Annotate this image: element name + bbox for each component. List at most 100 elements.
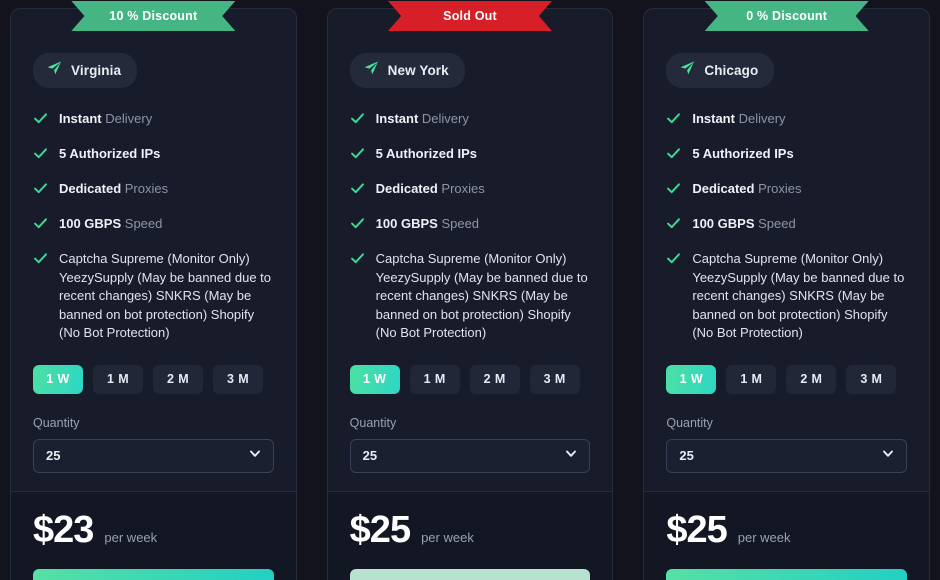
duration-option-3m[interactable]: 3 M [846, 364, 897, 394]
feature-text-rest: Speed [754, 216, 796, 231]
check-icon [666, 216, 681, 236]
check-icon [666, 181, 681, 201]
card-body: Chicago Instant Delivery 5 Authorized IPs… [644, 9, 929, 491]
feature-list: Instant Delivery 5 Authorized IPs Dedicate… [350, 110, 591, 343]
paper-plane-icon [679, 60, 695, 81]
duration-option-2m[interactable]: 2 M [469, 364, 520, 394]
feature-text: Instant Delivery [692, 110, 785, 129]
check-icon [350, 216, 365, 236]
duration-option-1w[interactable]: 1 W [666, 364, 717, 394]
feature-item: Instant Delivery [666, 110, 907, 131]
card-footer: $25 per week Purchase [327, 490, 613, 580]
feature-item: 5 Authorized IPs [33, 145, 274, 166]
feature-item: 100 GBPS Speed [350, 215, 591, 236]
duration-option-1m[interactable]: 1 M [409, 364, 460, 394]
feature-item: Instant Delivery [33, 110, 274, 131]
feature-text-strong: Instant [692, 111, 735, 126]
check-icon [350, 111, 365, 131]
feature-text-rest: Speed [121, 216, 163, 231]
check-icon [33, 216, 48, 236]
duration-option-3m[interactable]: 3 M [529, 364, 580, 394]
duration-option-1w[interactable]: 1 W [349, 364, 400, 394]
feature-text-strong: 100 GBPS [692, 216, 755, 231]
price-period: per week [421, 529, 474, 545]
feature-item: Dedicated Proxies [33, 180, 274, 201]
duration-option-1w[interactable]: 1 W [33, 364, 83, 394]
feature-item: 5 Authorized IPs [666, 145, 907, 166]
duration-option-1m[interactable]: 1 M [93, 364, 143, 394]
quantity-value: 25 [362, 448, 378, 463]
pricing-card-chicago: 0 % Discount Chicago Instant Delivery 5 A… [643, 1, 931, 580]
card-body: Virginia Instant Delivery 5 Authorized IP… [11, 9, 296, 491]
purchase-button[interactable]: Purchase [33, 568, 274, 580]
feature-text-rest: Proxies [754, 181, 802, 196]
feature-text-strong: 5 Authorized IPs [375, 146, 478, 161]
pricing-card-deck: 10 % Discount Virginia Instant Delivery 5… [0, 0, 940, 580]
feature-text-strong: 5 Authorized IPs [692, 146, 794, 161]
check-icon [350, 251, 365, 271]
feature-text: Dedicated Proxies [692, 180, 801, 199]
feature-text-strong: Dedicated [59, 181, 122, 196]
feature-list: Instant Delivery 5 Authorized IPs Dedicate… [666, 110, 907, 343]
feature-text-strong: Instant [59, 111, 102, 126]
card-body: New York Instant Delivery 5 Authorized IP… [328, 9, 613, 491]
feature-text-rest: Delivery [734, 111, 786, 126]
discount-ribbon: Sold Out [388, 1, 552, 31]
duration-selector: 1 W 1 M 2 M 3 M [33, 364, 274, 394]
feature-text-strong: 100 GBPS [59, 216, 122, 231]
feature-text-strong: 5 Authorized IPs [59, 146, 161, 161]
purchase-button[interactable]: Purchase [666, 568, 908, 580]
feature-item-captcha: Captcha Supreme (Monitor Only) YeezySupp… [350, 250, 591, 343]
card-footer: $23 per week Purchase [11, 490, 296, 580]
feature-text-rest: Speed [437, 216, 480, 231]
discount-ribbon: 0 % Discount [704, 1, 869, 31]
check-icon [666, 111, 681, 131]
feature-text-rest: Proxies [437, 181, 485, 196]
quantity-select[interactable]: 25 [666, 438, 908, 473]
feature-item: Instant Delivery [350, 110, 591, 131]
quantity-select[interactable]: 25 [33, 438, 274, 473]
purchase-button: Purchase [349, 568, 591, 580]
feature-text-rest: Proxies [121, 181, 169, 196]
feature-text: 5 Authorized IPs [376, 145, 477, 164]
feature-item-captcha: Captcha Supreme (Monitor Only) YeezySupp… [33, 250, 274, 343]
duration-option-2m[interactable]: 2 M [786, 364, 837, 394]
quantity-label: Quantity [349, 415, 397, 430]
location-badge-new-york[interactable]: New York [349, 53, 465, 88]
feature-text-strong: 100 GBPS [375, 216, 438, 231]
check-icon [33, 146, 48, 166]
location-badge-virginia[interactable]: Virginia [33, 53, 138, 88]
check-icon [33, 251, 48, 271]
quantity-value: 25 [46, 448, 61, 463]
pricing-card-new-york: Sold Out New York Instant Delivery 5 Auth… [326, 1, 614, 580]
check-icon [33, 111, 48, 131]
quantity-label: Quantity [33, 415, 80, 430]
feature-text-rest: Delivery [101, 111, 153, 126]
location-name: Virginia [71, 63, 122, 78]
feature-text: Instant Delivery [376, 110, 469, 129]
quantity-select[interactable]: 25 [349, 438, 591, 473]
feature-text-strong: Dedicated [692, 181, 755, 196]
duration-option-1m[interactable]: 1 M [726, 364, 777, 394]
check-icon [350, 146, 365, 166]
duration-selector: 1 W 1 M 2 M 3 M [349, 364, 591, 394]
feature-text: 100 GBPS Speed [59, 215, 162, 234]
duration-option-3m[interactable]: 3 M [213, 364, 263, 394]
price-period: per week [104, 529, 158, 545]
paper-plane-icon [46, 60, 62, 81]
quantity-label: Quantity [666, 415, 713, 430]
check-icon [33, 181, 48, 201]
feature-item: Dedicated Proxies [666, 180, 907, 201]
feature-text: 100 GBPS Speed [692, 215, 795, 234]
price-row: $23 per week [33, 509, 274, 552]
discount-ribbon: 10 % Discount [71, 1, 236, 31]
feature-item: Dedicated Proxies [350, 180, 591, 201]
duration-option-2m[interactable]: 2 M [153, 364, 203, 394]
feature-text-strong: Dedicated [375, 181, 438, 196]
location-badge-chicago[interactable]: Chicago [666, 53, 775, 88]
feature-item: 5 Authorized IPs [350, 145, 591, 166]
feature-text-rest: Delivery [418, 111, 469, 126]
location-name: New York [387, 63, 449, 78]
feature-text: 5 Authorized IPs [59, 145, 160, 164]
feature-item: 100 GBPS Speed [666, 215, 907, 236]
